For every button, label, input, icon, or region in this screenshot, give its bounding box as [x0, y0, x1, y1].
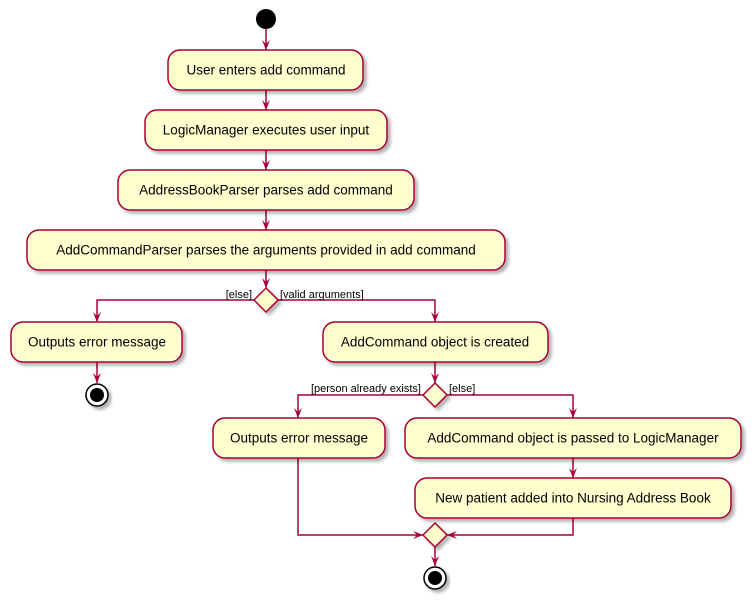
svg-text:Outputs error message: Outputs error message	[230, 431, 368, 446]
svg-text:AddCommandParser parses the ar: AddCommandParser parses the arguments pr…	[56, 243, 475, 258]
guard-else-2: [else]	[449, 383, 475, 395]
activity-logicmanager-executes: LogicManager executes user input	[144, 109, 388, 151]
activity-passed-to-logicmanager: AddCommand object is passed to LogicMana…	[404, 417, 742, 459]
activity-user-enters: User enters add command	[167, 49, 364, 91]
guard-else: [else]	[226, 289, 252, 301]
activity-parser-parses: AddressBookParser parses add command	[117, 169, 415, 211]
guard-valid-arguments: [valid arguments]	[280, 289, 364, 301]
start-node	[256, 9, 276, 29]
svg-text:Outputs error message: Outputs error message	[28, 335, 166, 350]
svg-text:AddressBookParser parses add c: AddressBookParser parses add command	[139, 183, 393, 198]
activity-error-2: Outputs error message	[212, 417, 386, 459]
decision-person-exists	[421, 381, 449, 409]
guard-person-exists: [person already exists]	[311, 383, 421, 395]
activity-error-1: Outputs error message	[10, 321, 183, 363]
merge-node	[421, 521, 449, 549]
activity-addcommandparser: AddCommandParser parses the arguments pr…	[26, 229, 506, 271]
activity-diagram: User enters add command LogicManager exe…	[10, 9, 742, 590]
svg-text:New patient added into Nursing: New patient added into Nursing Address B…	[435, 491, 711, 506]
activity-addcommand-created: AddCommand object is created	[322, 321, 549, 363]
activity-patient-added: New patient added into Nursing Address B…	[414, 477, 732, 519]
svg-text:AddCommand object is created: AddCommand object is created	[341, 335, 529, 350]
end-node-2	[423, 566, 447, 590]
svg-text:LogicManager executes user inp: LogicManager executes user input	[163, 123, 370, 138]
svg-text:AddCommand object is passed to: AddCommand object is passed to LogicMana…	[427, 431, 719, 446]
svg-text:User enters add command: User enters add command	[186, 63, 345, 78]
end-node-1	[85, 383, 109, 407]
decision-arguments	[252, 286, 280, 314]
